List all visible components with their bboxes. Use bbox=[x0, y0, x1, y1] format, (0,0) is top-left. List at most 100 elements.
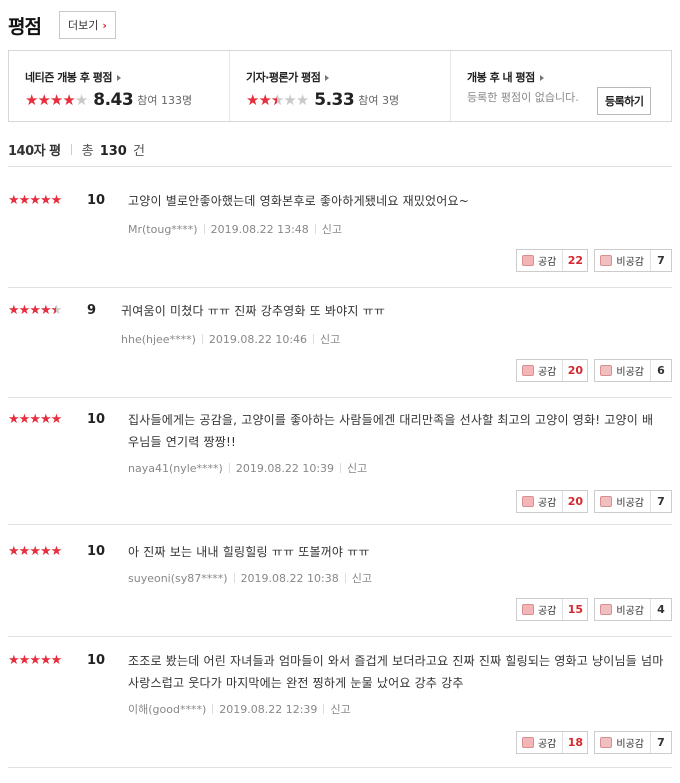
review-user[interactable]: Mr(toug****) bbox=[128, 223, 198, 236]
section-header: 평점 더보기 › bbox=[8, 10, 116, 40]
divider bbox=[8, 636, 672, 637]
review-text: 귀여움이 미쳤다 ㅠㅠ 진짜 강추영화 또 봐야지 ㅠㅠ bbox=[121, 304, 386, 318]
vote-buttons: 공감 20 비공감 6 bbox=[515, 359, 672, 382]
disagree-count: 4 bbox=[650, 599, 671, 620]
star-rating: ★★★★★ bbox=[8, 304, 62, 317]
disagree-button[interactable]: 비공감 6 bbox=[594, 359, 672, 382]
thumbs-up-icon bbox=[521, 604, 534, 615]
thumbs-down-icon bbox=[600, 255, 613, 266]
agree-count: 18 bbox=[562, 732, 587, 753]
review-score: 9 bbox=[87, 303, 97, 318]
register-rating-button[interactable]: 등록하기 bbox=[597, 87, 652, 115]
divider bbox=[8, 166, 672, 167]
review-date: 2019.08.22 10:46 bbox=[208, 332, 308, 346]
agree-button[interactable]: 공감 18 bbox=[515, 731, 589, 754]
agree-button[interactable]: 공감 20 bbox=[515, 359, 589, 382]
vote-buttons: 공감 22 비공감 7 bbox=[515, 249, 672, 272]
disagree-count: 6 bbox=[650, 360, 671, 381]
divider bbox=[340, 463, 342, 473]
review-user[interactable]: naya41(nyle****) bbox=[128, 462, 223, 475]
agree-button[interactable]: 공감 22 bbox=[515, 249, 589, 272]
section-title: 평점 bbox=[8, 15, 42, 38]
agree-count: 20 bbox=[562, 360, 587, 381]
review-score: 10 bbox=[87, 412, 106, 427]
netizen-count: 참여 133명 bbox=[137, 94, 193, 107]
thumbs-up-icon bbox=[521, 737, 534, 748]
divider bbox=[313, 334, 315, 344]
more-button[interactable]: 더보기 › bbox=[58, 11, 116, 39]
divider bbox=[8, 767, 672, 768]
report-link[interactable]: 신고 bbox=[347, 460, 367, 476]
review-text: 조조로 봤는데 어린 자녀들과 엄마들이 와서 즐겁게 보더라고요 진짜 진짜 … bbox=[128, 654, 664, 690]
more-button-label: 더보기 bbox=[67, 19, 99, 32]
rating-summary: 네티즌 개봉 후 평점 ★★★★★ 8.43 참여 133명 기자·평론가 평점… bbox=[8, 50, 672, 122]
disagree-button[interactable]: 비공감 4 bbox=[594, 598, 672, 621]
disagree-count: 7 bbox=[650, 250, 671, 271]
divider bbox=[212, 704, 214, 714]
divider bbox=[203, 224, 205, 234]
agree-count: 15 bbox=[562, 599, 587, 620]
review-score: 10 bbox=[87, 544, 106, 559]
thumbs-up-icon bbox=[521, 365, 534, 376]
thumbs-down-icon bbox=[600, 496, 613, 507]
divider bbox=[233, 573, 235, 583]
disagree-count: 7 bbox=[650, 732, 671, 753]
star-rating: ★★★★★ bbox=[8, 653, 62, 668]
review-score: 10 bbox=[87, 653, 106, 668]
vote-buttons: 공감 15 비공감 4 bbox=[515, 598, 672, 621]
divider bbox=[8, 287, 672, 288]
netizen-rating-title[interactable]: 네티즌 개봉 후 평점 bbox=[25, 69, 229, 85]
divider bbox=[8, 397, 672, 398]
disagree-button[interactable]: 비공감 7 bbox=[594, 731, 672, 754]
star-rating: ★★★★★ bbox=[246, 92, 309, 108]
agree-button[interactable]: 공감 20 bbox=[515, 490, 589, 513]
agree-count: 20 bbox=[562, 491, 587, 512]
agree-count: 22 bbox=[562, 250, 587, 271]
divider bbox=[228, 463, 230, 473]
agree-button[interactable]: 공감 15 bbox=[515, 598, 589, 621]
review-text: 아 진짜 보는 내내 힐링힐링 ㅠㅠ 또볼꺼야 ㅠㅠ bbox=[128, 545, 370, 559]
review-date: 2019.08.22 12:39 bbox=[219, 702, 318, 716]
star-rating: ★★★★★ bbox=[8, 412, 62, 427]
divider bbox=[323, 704, 325, 714]
thumbs-down-icon bbox=[600, 365, 613, 376]
triangle-right-icon bbox=[325, 75, 330, 81]
vote-buttons: 공감 20 비공감 7 bbox=[515, 490, 672, 513]
vote-buttons: 공감 18 비공감 7 bbox=[515, 731, 672, 754]
review-total: 총 130 건 bbox=[81, 144, 145, 159]
disagree-count: 7 bbox=[650, 491, 671, 512]
review-type-label: 140자 평 bbox=[8, 144, 61, 159]
divider bbox=[8, 524, 672, 525]
critic-rating-title[interactable]: 기자·평론가 평점 bbox=[246, 69, 450, 85]
report-link[interactable]: 신고 bbox=[330, 701, 350, 717]
report-link[interactable]: 신고 bbox=[352, 570, 372, 586]
my-rating-title[interactable]: 개봉 후 내 평점 bbox=[467, 69, 671, 85]
critic-count: 참여 3명 bbox=[358, 94, 400, 107]
disagree-button[interactable]: 비공감 7 bbox=[594, 490, 672, 513]
thumbs-up-icon bbox=[521, 496, 534, 507]
disagree-button[interactable]: 비공감 7 bbox=[594, 249, 672, 272]
chevron-right-icon: › bbox=[102, 18, 107, 32]
triangle-right-icon bbox=[539, 75, 544, 81]
review-meta: 이해(good****) 2019.08.22 12:39 신고 bbox=[128, 701, 351, 717]
review-text: 고양이 별로안좋아했는데 영화본후로 좋아하게됐네요 재밌었어요~ bbox=[128, 194, 470, 208]
star-rating: ★★★★★ bbox=[8, 544, 62, 559]
divider bbox=[70, 144, 72, 155]
thumbs-down-icon bbox=[600, 604, 613, 615]
review-user[interactable]: 이해(good****) bbox=[128, 701, 206, 717]
review-score: 10 bbox=[87, 193, 106, 208]
report-link[interactable]: 신고 bbox=[322, 221, 342, 237]
review-meta: suyeoni(sy87****) 2019.08.22 10:38 신고 bbox=[128, 570, 372, 586]
review-date: 2019.08.22 10:39 bbox=[235, 461, 335, 475]
report-link[interactable]: 신고 bbox=[320, 331, 340, 347]
review-user[interactable]: suyeoni(sy87****) bbox=[128, 572, 228, 585]
star-rating: ★★★★★ bbox=[25, 90, 88, 109]
review-date: 2019.08.22 13:48 bbox=[210, 222, 309, 236]
thumbs-down-icon bbox=[600, 737, 613, 748]
my-rating: 개봉 후 내 평점 등록한 평점이 없습니다. 등록하기 bbox=[450, 51, 671, 121]
review-user[interactable]: hhe(hjee****) bbox=[121, 333, 196, 346]
divider bbox=[201, 334, 203, 344]
divider bbox=[314, 224, 316, 234]
divider bbox=[344, 573, 346, 583]
review-text: 집사들에게는 공감을, 고양이를 좋아하는 사람들에겐 대리만족을 선사할 최고… bbox=[128, 413, 654, 449]
